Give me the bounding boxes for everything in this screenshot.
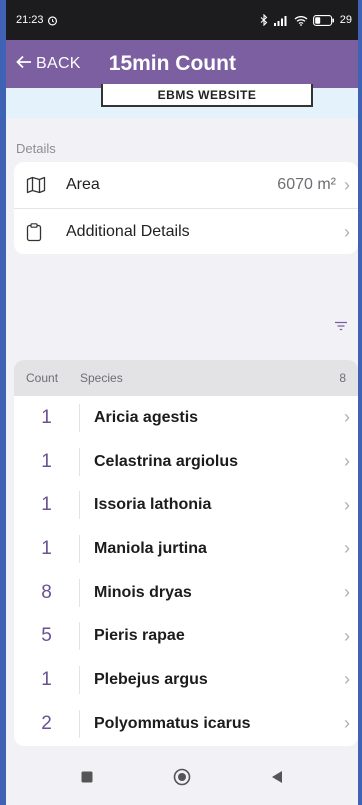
chevron-right-icon: › xyxy=(344,407,350,428)
wifi-icon xyxy=(294,15,308,26)
count-column-header: Count xyxy=(26,371,59,385)
species-count: 1 xyxy=(14,447,80,476)
species-row[interactable]: 1 Issoria lathonia › xyxy=(14,483,358,527)
species-name: Aricia agestis xyxy=(94,408,199,426)
clipboard-icon xyxy=(26,222,66,242)
chevron-right-icon: › xyxy=(344,538,350,559)
status-bar: 21:23 29 xyxy=(6,0,358,40)
species-name: Issoria lathonia xyxy=(94,496,212,514)
species-count: 8 xyxy=(14,578,80,607)
chevron-right-icon: › xyxy=(344,221,350,242)
ebms-website-button[interactable]: EBMS WEBSITE xyxy=(101,84,313,107)
recent-apps-button[interactable] xyxy=(81,771,93,783)
signal-icon xyxy=(273,15,289,26)
species-row[interactable]: 1 Celastrina argiolus › xyxy=(14,440,358,484)
bluetooth-icon xyxy=(260,14,268,26)
filter-icon[interactable] xyxy=(334,318,348,336)
species-count: 1 xyxy=(14,534,80,563)
chevron-right-icon: › xyxy=(344,669,350,690)
species-count: 1 xyxy=(14,403,80,432)
details-section-label: Details xyxy=(16,141,56,156)
alarm-icon xyxy=(47,15,58,26)
area-row[interactable]: Area 6070 m² › xyxy=(14,162,358,208)
species-list: 1 Aricia agestis › 1 Celastrina argiolus › 1 Is… xyxy=(14,396,358,746)
species-name: Pieris rapae xyxy=(94,627,185,645)
status-time: 21:23 xyxy=(16,14,44,26)
map-icon xyxy=(26,176,66,194)
chevron-right-icon: › xyxy=(344,494,350,515)
species-total: 8 xyxy=(339,371,346,385)
species-name: Maniola jurtina xyxy=(94,539,207,557)
species-count: 2 xyxy=(14,709,80,738)
species-row[interactable]: 5 Pieris rapae › xyxy=(14,614,358,658)
species-row[interactable]: 1 Aricia agestis › xyxy=(14,396,358,440)
area-value: 6070 m² xyxy=(277,176,336,193)
app-bar: BACK 15min Count xyxy=(6,40,358,88)
chevron-right-icon: › xyxy=(344,451,350,472)
species-count: 1 xyxy=(14,665,80,694)
species-column-header: Species xyxy=(80,371,123,385)
battery-level: 29 xyxy=(339,14,352,26)
area-label: Area xyxy=(66,176,100,193)
battery-icon xyxy=(312,14,335,26)
species-row[interactable]: 2 Polyommatus icarus › xyxy=(14,702,358,746)
species-count: 1 xyxy=(14,491,80,520)
species-row[interactable]: 1 Maniola jurtina › xyxy=(14,527,358,571)
additional-details-row[interactable]: Additional Details › xyxy=(14,209,358,255)
species-row[interactable]: 1 Plebejus argus › xyxy=(14,658,358,702)
home-button[interactable] xyxy=(173,768,191,786)
species-name: Celastrina argiolus xyxy=(94,452,239,470)
chevron-right-icon: › xyxy=(344,713,350,734)
additional-details-label: Additional Details xyxy=(66,223,190,240)
chevron-right-icon: › xyxy=(344,582,350,603)
species-name: Plebejus argus xyxy=(94,670,208,688)
chevron-right-icon: › xyxy=(344,625,350,646)
arrow-left-icon xyxy=(16,55,32,74)
species-name: Minois dryas xyxy=(94,583,192,601)
species-name: Polyommatus icarus xyxy=(94,714,251,732)
species-count: 5 xyxy=(14,622,80,651)
android-nav-bar xyxy=(6,749,358,805)
website-banner: EBMS WEBSITE xyxy=(6,84,358,118)
species-row[interactable]: 8 Minois dryas › xyxy=(14,571,358,615)
back-button[interactable]: BACK xyxy=(16,55,81,74)
page-title: 15min Count xyxy=(108,52,236,75)
chevron-right-icon: › xyxy=(344,174,350,195)
back-label: BACK xyxy=(36,55,81,72)
species-list-header: Count Species 8 xyxy=(14,360,358,396)
back-nav-button[interactable] xyxy=(271,770,283,784)
phone-screen: 21:23 29 BACK 15min Count EBMS WEBSITE D… xyxy=(6,0,358,805)
details-card: Area 6070 m² › Additional Details › xyxy=(14,162,358,254)
